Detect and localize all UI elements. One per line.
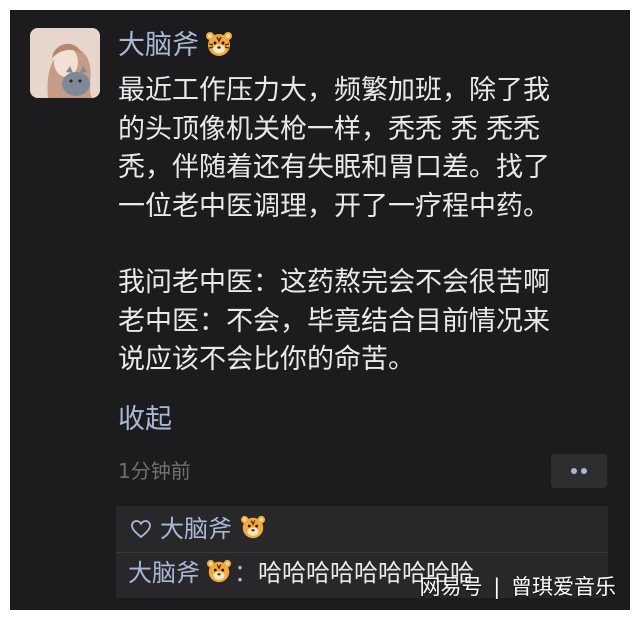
tiger-face-icon: [205, 30, 233, 63]
post-body: 最近工作压力大，频繁加班，除了我 的头顶像机关枪一样，秃秃 秃 秃秃 秃，伴随着…: [118, 72, 618, 380]
post-body-line: 一位老中医调理，开了一疗程中药。: [118, 190, 550, 222]
post-body-line: 说应该不会比你的命苦。: [118, 344, 415, 375]
likes-row: 大脑斧: [130, 512, 266, 546]
comment-separator: ：: [234, 559, 258, 587]
post-timestamp: 1分钟前: [118, 459, 191, 483]
watermark-brand: 网易号: [419, 575, 483, 599]
post-author-name[interactable]: 大脑斧: [118, 26, 199, 66]
post-author-row: 大脑斧: [118, 26, 233, 66]
watermark: 网易号 | 曾琪爱音乐: [420, 572, 616, 602]
post-card: 大脑斧 最近工作压力大，频繁加班，除了我 的头顶像机关枪一样，秃秃 秃 秃秃 秃…: [10, 10, 630, 610]
avatar-image: [30, 28, 100, 98]
comments-divider: [116, 552, 608, 553]
post-body-line: 老中医：不会，毕竟结合目前情况来: [118, 305, 550, 337]
heart-outline-icon: [131, 520, 151, 539]
like-user-name[interactable]: 大脑斧: [160, 512, 232, 546]
post-body-line: 我问老中医：这药熬完会不会很苦啊: [118, 267, 550, 298]
more-options-button[interactable]: [551, 454, 607, 488]
post-body-line: 秃，伴随着还有失眠和胃口差。找了: [118, 152, 550, 183]
tiger-face-icon: [240, 514, 266, 545]
avatar[interactable]: [30, 28, 100, 98]
post-body-line: 最近工作压力大，频繁加班，除了我: [118, 75, 550, 106]
watermark-divider: |: [493, 575, 501, 599]
post-body-line: 的头顶像机关枪一样，秃秃 秃 秃秃: [118, 113, 541, 145]
tiger-face-icon: [206, 558, 232, 589]
collapse-link[interactable]: 收起: [118, 400, 172, 440]
watermark-account: 曾琪爱音乐: [511, 575, 616, 599]
comment-author-name[interactable]: 大脑斧: [128, 556, 200, 590]
more-dots-icon: [571, 468, 587, 474]
